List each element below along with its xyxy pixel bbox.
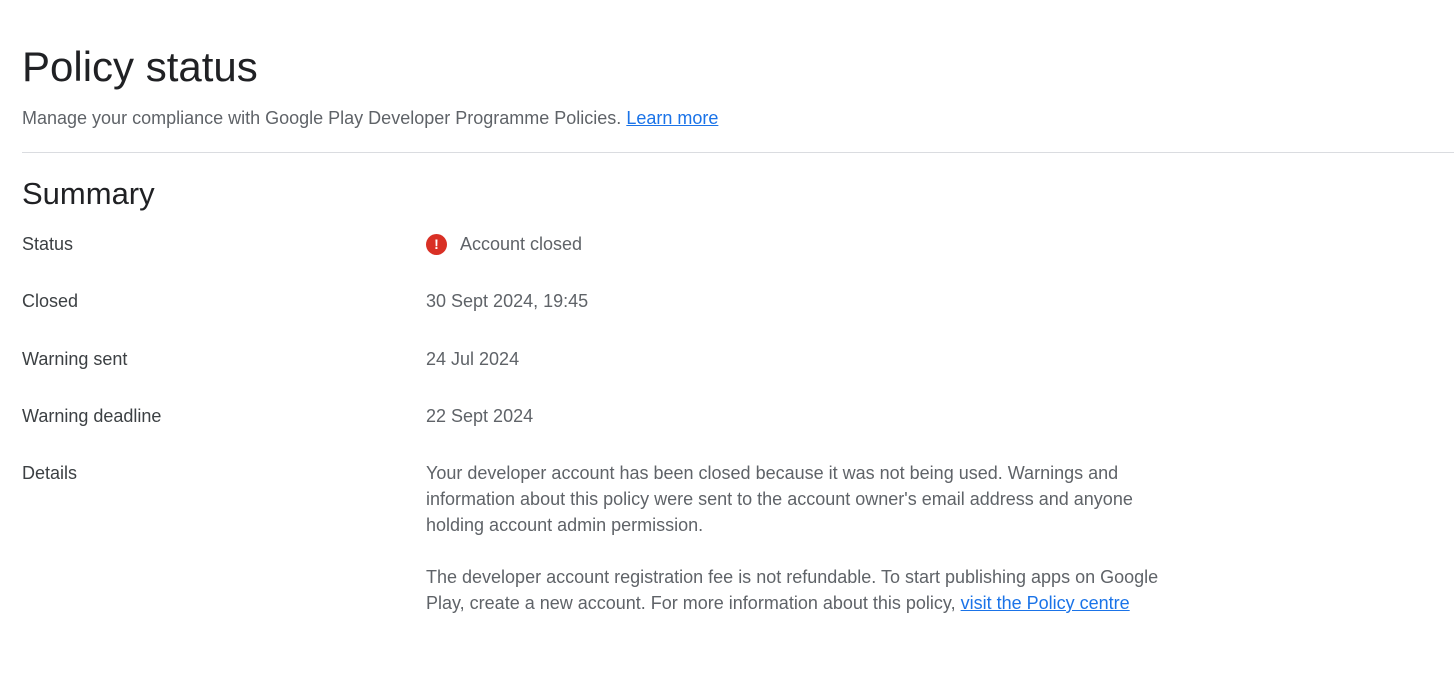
page-subtitle: Manage your compliance with Google Play … bbox=[22, 106, 718, 130]
policy-status-page: Policy status Manage your compliance wit… bbox=[0, 0, 1454, 686]
status-value: ! Account closed bbox=[426, 232, 582, 256]
subtitle-text: Manage your compliance with Google Play … bbox=[22, 108, 622, 128]
closed-value: 30 Sept 2024, 19:45 bbox=[426, 291, 589, 311]
details-label: Details bbox=[22, 463, 78, 483]
status-text: Account closed bbox=[460, 234, 583, 254]
policy-centre-link[interactable]: visit the Policy centre bbox=[961, 593, 1130, 613]
header-divider bbox=[22, 152, 1454, 153]
summary-title: Summary bbox=[22, 176, 155, 211]
error-icon: ! bbox=[426, 233, 447, 255]
details-paragraph-2: The developer account registration fee i… bbox=[426, 564, 1186, 616]
details-paragraph-1: Your developer account has been closed b… bbox=[426, 463, 1133, 535]
warning-deadline-label: Warning deadline bbox=[22, 406, 162, 426]
page-title: Policy status bbox=[22, 43, 258, 90]
details-value: Your developer account has been closed b… bbox=[426, 460, 1186, 616]
closed-label: Closed bbox=[22, 291, 79, 311]
warning-sent-label: Warning sent bbox=[22, 349, 128, 369]
learn-more-link[interactable]: Learn more bbox=[626, 108, 718, 128]
warning-sent-value: 24 Jul 2024 bbox=[426, 349, 520, 369]
warning-deadline-value: 22 Sept 2024 bbox=[426, 406, 534, 426]
status-label: Status bbox=[22, 234, 74, 254]
